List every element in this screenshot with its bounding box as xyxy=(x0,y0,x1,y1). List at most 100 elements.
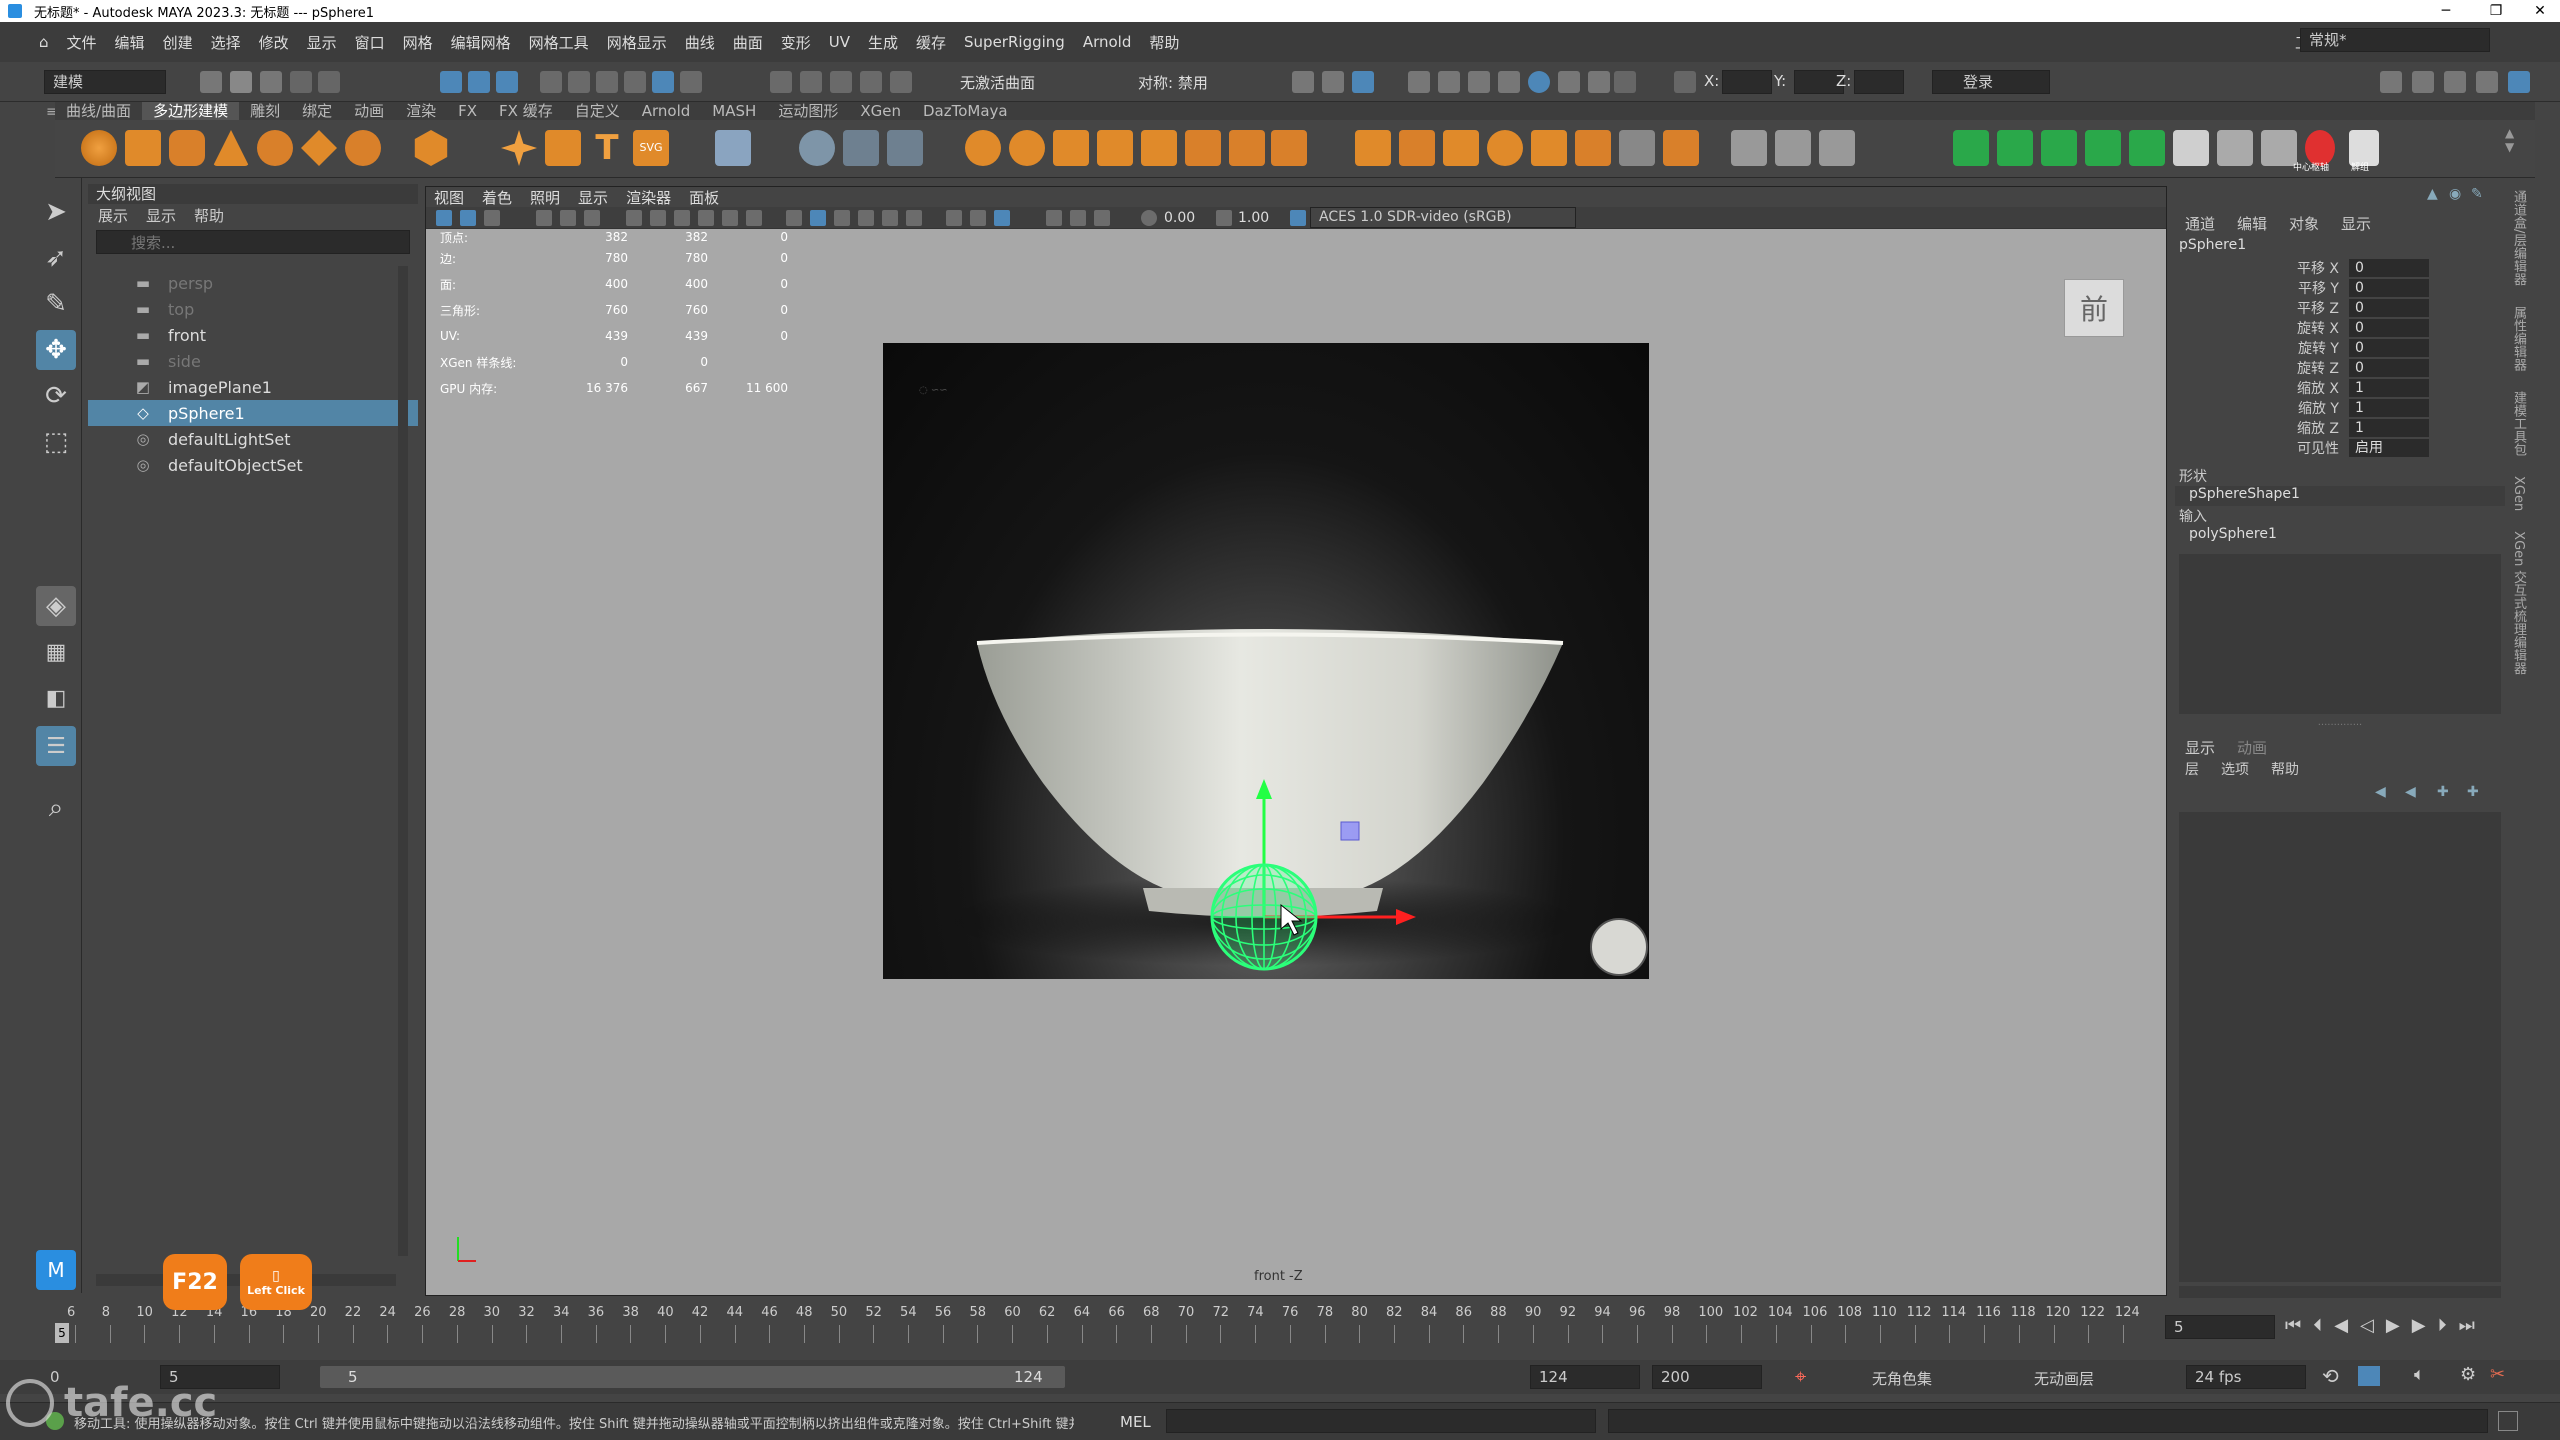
outliner-item-front[interactable]: ▬ front xyxy=(88,322,418,348)
field-chart-icon[interactable] xyxy=(722,210,738,226)
render-settings-icon[interactable] xyxy=(1438,71,1460,93)
shelf-tab-custom[interactable]: 自定义 xyxy=(564,102,631,120)
2d-pan-icon[interactable] xyxy=(560,210,576,226)
menu-mesh[interactable]: 网格 xyxy=(394,32,442,53)
four-view-icon[interactable]: ▦ xyxy=(36,632,76,672)
attr-rotate-y[interactable]: 旋转 Y0 xyxy=(2175,338,2505,358)
snap-live-icon[interactable] xyxy=(652,71,674,93)
side-tab-modeling-toolkit[interactable]: 建模工具包 xyxy=(2511,391,2526,456)
side-tab-channel-box[interactable]: 通道盒/层编辑器 xyxy=(2511,190,2526,285)
new-layer-icon[interactable]: ✚ xyxy=(2437,784,2449,800)
menu-modify[interactable]: 修改 xyxy=(250,32,298,53)
home-icon[interactable]: ⌂ xyxy=(30,33,58,51)
save-scene-icon[interactable] xyxy=(260,71,282,93)
cb-tab-edit[interactable]: 编辑 xyxy=(2237,213,2267,234)
anti-aliasing-icon[interactable] xyxy=(994,210,1010,226)
arnold-stop-icon[interactable] xyxy=(1588,71,1610,93)
sweep-mesh-icon[interactable] xyxy=(545,130,581,166)
gamma-icon[interactable] xyxy=(1216,210,1232,226)
combine-icon[interactable] xyxy=(799,130,835,166)
xray-icon[interactable] xyxy=(1070,210,1086,226)
select-by-hierarchy-icon[interactable] xyxy=(440,71,462,93)
gate-mask-icon[interactable] xyxy=(698,210,714,226)
auto-key-icon[interactable]: ⌖ xyxy=(1795,1364,1806,1388)
view-cube-front[interactable]: 前 xyxy=(2064,279,2124,337)
cb-tab-show[interactable]: 显示 xyxy=(2341,213,2371,234)
paint-select-icon[interactable]: ✎ xyxy=(36,284,76,324)
outliner-item-imageplane1[interactable]: ◩ imagePlane1 xyxy=(88,374,418,400)
pin-icon[interactable]: ▲ xyxy=(2427,186,2438,202)
freeze-transform-icon[interactable] xyxy=(1953,130,1989,166)
snap-grid-icon[interactable] xyxy=(540,71,562,93)
current-time-marker[interactable]: 5 xyxy=(55,1323,69,1343)
step-back-key-icon[interactable]: ⏴ xyxy=(2313,1315,2322,1339)
sound-icon[interactable]: 🔈︎ xyxy=(2414,1364,2425,1385)
move-tool-icon[interactable]: ✥ xyxy=(36,330,76,370)
select-camera-icon[interactable] xyxy=(436,210,452,226)
shelf-tab-curves[interactable]: 曲线/曲面 xyxy=(55,102,142,120)
cb-tab-channels[interactable]: 通道 xyxy=(2185,213,2215,234)
mirror-icon[interactable] xyxy=(1009,130,1045,166)
redo-icon[interactable] xyxy=(318,71,340,93)
layer-menu-options[interactable]: 选项 xyxy=(2221,759,2249,779)
script-language-toggle[interactable]: MEL xyxy=(1120,1413,1151,1431)
snap-view-icon[interactable] xyxy=(624,71,646,93)
tool-settings-icon[interactable] xyxy=(2444,71,2466,93)
viewport-menu-renderer[interactable]: 渲染器 xyxy=(626,187,671,208)
shelf-tab-rendering[interactable]: 渲染 xyxy=(395,102,447,120)
layer-menu-help[interactable]: 帮助 xyxy=(2271,759,2299,779)
color-management-icon[interactable] xyxy=(1290,210,1306,226)
insert-edge-loop-icon[interactable] xyxy=(1399,130,1435,166)
render-setup-icon[interactable] xyxy=(1498,71,1520,93)
attr-rotate-z[interactable]: 旋转 Z0 xyxy=(2175,358,2505,378)
camera-attributes-icon[interactable] xyxy=(460,210,476,226)
range-slider[interactable]: 5 124 xyxy=(320,1366,1065,1388)
isolate-select-icon[interactable] xyxy=(1046,210,1062,226)
render-view-icon[interactable] xyxy=(1322,71,1344,93)
platonic-solid-icon[interactable] xyxy=(414,130,448,166)
target-weld-icon[interactable] xyxy=(1487,130,1523,166)
search-icon[interactable]: ⌕ xyxy=(36,788,76,828)
arnold-ipr-icon[interactable] xyxy=(1558,71,1580,93)
side-tab-xgen-groom[interactable]: XGen 交互式梳理编辑器 xyxy=(2511,531,2526,674)
history-icon[interactable] xyxy=(770,71,792,93)
minimize-button[interactable]: ─ xyxy=(2426,0,2466,22)
poly-plane-icon[interactable] xyxy=(301,130,337,166)
menu-arnold[interactable]: Arnold xyxy=(1074,33,1141,51)
attr-translate-x[interactable]: 平移 X0 xyxy=(2175,258,2505,278)
outliner-menu-show[interactable]: 展示 xyxy=(98,205,128,226)
outliner-scrollbar[interactable] xyxy=(398,266,408,1256)
poly-cone-icon[interactable] xyxy=(213,130,249,166)
gamma-value[interactable]: 1.00 xyxy=(1238,210,1269,226)
shelf-tab-sculpting[interactable]: 雕刻 xyxy=(239,102,291,120)
menu-create[interactable]: 创建 xyxy=(154,32,202,53)
use-all-lights-icon[interactable] xyxy=(882,210,898,226)
single-view-icon[interactable]: ◈ xyxy=(36,586,76,626)
maya-home-icon[interactable]: M xyxy=(36,1250,76,1290)
layer-menu-layers[interactable]: 层 xyxy=(2185,759,2199,779)
select-by-object-icon[interactable] xyxy=(468,71,490,93)
step-back-frame-icon[interactable]: ◀ xyxy=(2334,1315,2348,1339)
super-shape-icon[interactable] xyxy=(501,130,537,166)
ipr-icon[interactable] xyxy=(1352,71,1374,93)
shelf-tab-fx[interactable]: FX xyxy=(447,102,488,120)
uv-editor-icon[interactable] xyxy=(1775,130,1811,166)
menu-display[interactable]: 显示 xyxy=(298,32,346,53)
viewport-menu-lighting[interactable]: 照明 xyxy=(530,187,560,208)
append-polygon-icon[interactable] xyxy=(1229,130,1265,166)
wireframe-on-shaded-icon[interactable] xyxy=(834,210,850,226)
side-tab-attribute-editor[interactable]: 属性编辑器 xyxy=(2511,306,2526,371)
loop-icon[interactable]: ⟲ xyxy=(2322,1364,2339,1388)
shelf-scroll-icon[interactable]: ▲ ▼ xyxy=(2505,126,2514,154)
edge-loop-icon[interactable] xyxy=(1355,130,1391,166)
transform-mode-icon[interactable] xyxy=(1674,71,1696,93)
snap-curve-icon[interactable] xyxy=(568,71,590,93)
viewport-menu-view[interactable]: 视图 xyxy=(434,187,464,208)
arnold-render-icon[interactable] xyxy=(1528,71,1550,93)
menu-deform[interactable]: 变形 xyxy=(772,32,820,53)
quad-draw-icon[interactable] xyxy=(1531,130,1567,166)
menu-cache[interactable]: 缓存 xyxy=(907,32,955,53)
exposure-value[interactable]: 0.00 xyxy=(1164,210,1195,226)
mash-network-icon[interactable] xyxy=(715,130,751,166)
viewport-menu-panels[interactable]: 面板 xyxy=(689,187,719,208)
